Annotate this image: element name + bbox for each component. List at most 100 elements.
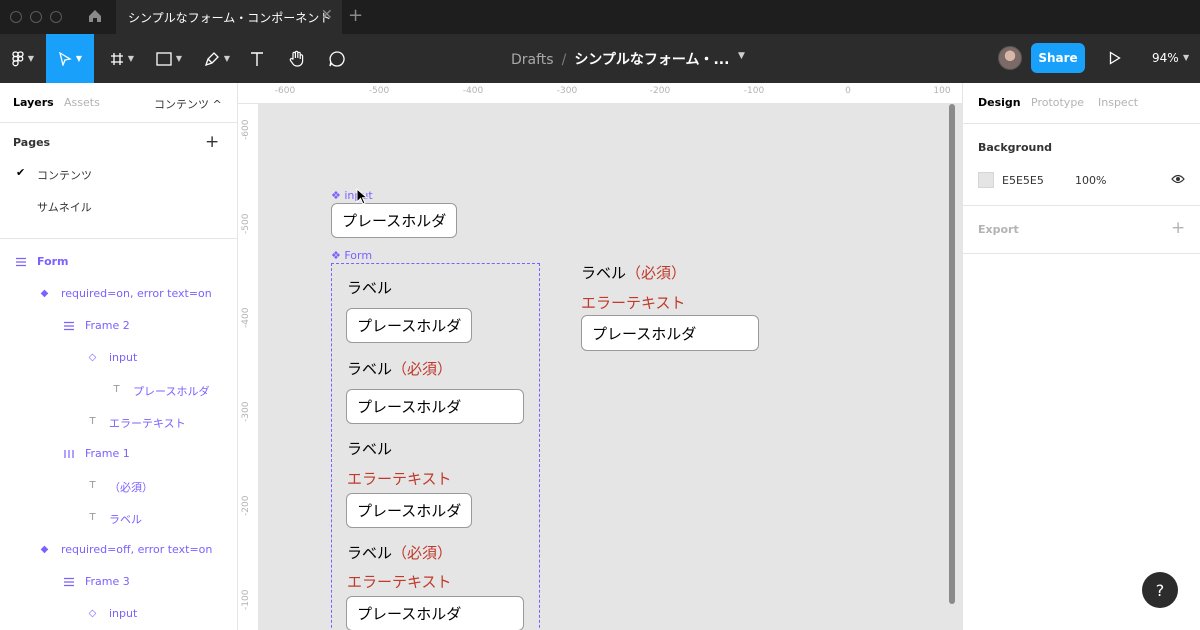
shape-tool-button[interactable]: ▼ — [150, 34, 188, 83]
layer-row[interactable]: Frame 3 — [0, 567, 237, 597]
file-tab[interactable]: シンプルなフォーム・コンポーネント ✕ — [116, 0, 342, 34]
breadcrumb-drafts[interactable]: Drafts — [511, 52, 554, 68]
form-input[interactable]: プレースホルダ — [346, 493, 472, 528]
new-tab-button[interactable]: + — [348, 5, 363, 26]
layer-row[interactable]: T エラーテキスト — [0, 407, 237, 437]
tab-prototype[interactable]: Prototype — [1031, 96, 1084, 109]
toolbar: ▼ ▼ ▼ ▼ ▼ Drafts / シンプルなフォーム・... ▼ Share 9… — [0, 34, 1200, 83]
frame-tool-button[interactable]: ▼ — [104, 34, 140, 83]
tab-design[interactable]: Design — [978, 96, 1021, 109]
form-input[interactable]: プレースホルダ — [581, 315, 759, 351]
layer-row[interactable]: ◆ required=off, error text=on — [0, 535, 237, 565]
ruler-tick-label: -200 — [649, 86, 671, 96]
autolayout-vertical-icon — [62, 575, 75, 588]
minimize-window-button[interactable] — [30, 11, 42, 23]
ruler-tick-label: -500 — [241, 213, 251, 234]
ruler-tick-label: -600 — [274, 86, 296, 96]
add-export-button[interactable]: + — [1171, 218, 1185, 238]
form-label: ラベル — [347, 279, 393, 297]
form-input[interactable]: プレースホルダ — [346, 308, 472, 343]
eye-icon[interactable] — [1171, 174, 1185, 184]
layer-label: プレースホルダ — [133, 385, 210, 398]
present-play-icon[interactable] — [1109, 51, 1121, 65]
autolayout-horizontal-icon — [62, 447, 75, 460]
left-panel-tabs: Layers Assets コンテンツ ^ — [0, 83, 237, 123]
text-icon: T — [89, 416, 96, 427]
form-component-label[interactable]: ❖ Form — [331, 249, 372, 262]
page-selector[interactable]: コンテンツ ^ — [154, 96, 222, 112]
divider — [963, 123, 1200, 124]
layer-row[interactable]: T プレースホルダ — [0, 375, 237, 405]
tab-inspect[interactable]: Inspect — [1098, 96, 1138, 109]
input-component[interactable]: プレースホルダ — [331, 203, 457, 238]
form-label: ラベル（必須） — [347, 358, 452, 379]
maximize-window-button[interactable] — [50, 11, 62, 23]
ruler-tick-label: -300 — [556, 86, 578, 96]
page-item-contents[interactable]: ✔ コンテンツ — [0, 159, 237, 189]
canvas-scrollbar[interactable] — [949, 104, 955, 604]
layer-row[interactable]: ◇ input — [0, 343, 237, 373]
form-label: ラベル — [347, 440, 393, 458]
placeholder-text: プレースホルダ — [357, 605, 462, 623]
zoom-chevron-icon[interactable]: ▼ — [1183, 53, 1189, 62]
layer-row[interactable]: T ラベル — [0, 503, 237, 533]
share-button[interactable]: Share — [1031, 43, 1085, 73]
move-tool-button[interactable]: ▼ — [46, 34, 94, 83]
background-color-swatch[interactable] — [978, 172, 994, 188]
breadcrumb-file-name[interactable]: シンプルなフォーム・... — [574, 52, 729, 68]
comment-tool-button[interactable] — [325, 34, 349, 83]
mouse-cursor-icon — [356, 188, 368, 205]
cursor-arrow-icon — [59, 51, 72, 66]
ruler-tick-label: -400 — [462, 86, 484, 96]
ruler-tick-label: -600 — [241, 119, 251, 140]
background-opacity-input[interactable]: 100% — [1075, 174, 1106, 187]
close-window-button[interactable] — [10, 11, 22, 23]
pages-title: Pages — [13, 136, 51, 149]
divider — [0, 238, 237, 239]
layer-row[interactable]: ◆ required=on, error text=on — [0, 279, 237, 309]
text-tool-button[interactable] — [246, 34, 268, 83]
help-button[interactable]: ? — [1142, 572, 1178, 608]
vertical-ruler: -600 -500 -400 -300 -200 -100 — [238, 104, 259, 630]
chevron-down-icon: ▼ — [223, 54, 231, 63]
form-input[interactable]: プレースホルダ — [346, 596, 524, 630]
tab-assets[interactable]: Assets — [64, 96, 100, 109]
layer-label: Frame 1 — [85, 447, 130, 460]
layer-row[interactable]: ◇ input — [0, 599, 237, 629]
close-tab-icon[interactable]: ✕ — [321, 7, 333, 23]
chevron-down-icon: ▼ — [27, 54, 35, 63]
add-page-button[interactable]: + — [205, 132, 219, 152]
page-item-thumbnail[interactable]: サムネイル — [0, 191, 237, 221]
pen-icon — [204, 51, 219, 66]
layer-row[interactable]: T （必須） — [0, 471, 237, 501]
layer-row[interactable]: Frame 2 — [0, 311, 237, 341]
pen-tool-button[interactable]: ▼ — [198, 34, 236, 83]
zoom-level[interactable]: 94% — [1152, 51, 1179, 65]
layer-row[interactable]: Frame 1 — [0, 439, 237, 469]
error-text: エラーテキスト — [347, 470, 452, 488]
placeholder-text: プレースホルダ — [357, 317, 462, 335]
layer-row[interactable]: Form — [0, 247, 237, 277]
file-menu-chevron-icon[interactable]: ▼ — [738, 51, 745, 61]
form-input[interactable]: プレースホルダ — [346, 389, 524, 424]
file-tab-title: シンプルなフォーム・コンポーネント — [128, 11, 332, 25]
layers-panel: Layers Assets コンテンツ ^ Pages + ✔ コンテンツ サム… — [0, 83, 238, 630]
tab-layers[interactable]: Layers — [13, 96, 54, 109]
variant-icon: ◆ — [40, 544, 49, 555]
main-menu-button[interactable]: ▼ — [4, 34, 42, 83]
ruler-tick-label: -100 — [743, 86, 765, 96]
placeholder-text: プレースホルダ — [357, 398, 462, 416]
chevron-down-icon: ▼ — [175, 54, 183, 63]
ruler-tick-label: -300 — [241, 401, 251, 422]
layer-label: ラベル — [109, 513, 142, 526]
ruler-tick-label: -200 — [241, 495, 251, 516]
label-text: ラベル — [347, 360, 393, 378]
chevron-down-icon: ▼ — [75, 54, 83, 63]
home-icon[interactable] — [87, 8, 103, 24]
export-section-title: Export — [978, 223, 1019, 236]
divider — [963, 205, 1200, 206]
chevron-down-icon: ▼ — [127, 54, 135, 63]
hand-tool-button[interactable] — [285, 34, 309, 83]
background-hex-input[interactable]: E5E5E5 — [1002, 174, 1044, 187]
user-avatar[interactable] — [998, 46, 1022, 70]
